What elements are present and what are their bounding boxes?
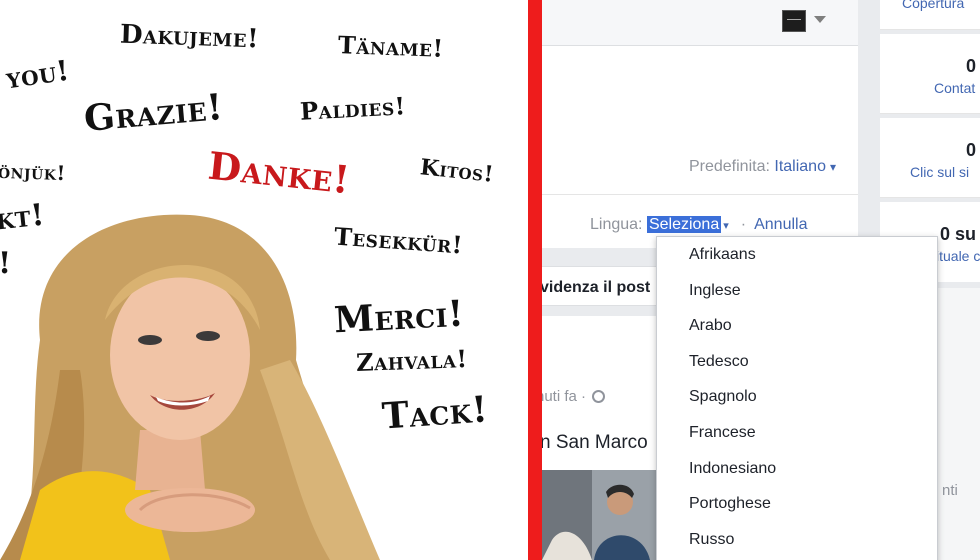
third-link[interactable]: ituale c [936, 248, 980, 264]
default-language-link[interactable]: Italiano [774, 158, 826, 175]
side-card-reach: Copertura [880, 0, 980, 30]
cancel-link[interactable]: Annulla [754, 216, 807, 233]
post-timestamp: nuti fa · [542, 388, 606, 405]
post-time-text[interactable]: nuti fa · [542, 388, 586, 405]
dropdown-option[interactable]: Tedesco [657, 344, 937, 380]
red-divider [528, 0, 542, 560]
language-settings-card: Predefinita: Italiano ▾ Lingua: Seleziona… [542, 46, 858, 248]
default-language-line: Predefinita: Italiano ▾ [689, 158, 836, 176]
word-taname: Täname! [337, 30, 445, 63]
word-you: you! [4, 53, 72, 96]
smiling-girl-photo [0, 214, 380, 560]
default-language-label: Predefinita: [688, 158, 770, 175]
language-label: Lingua: [590, 216, 643, 233]
caret-down-icon[interactable]: ▾ [830, 160, 836, 174]
language-dropdown: Afrikaans Inglese Arabo Tedesco Spagnolo… [656, 236, 938, 560]
dropdown-option[interactable]: Russo [657, 522, 937, 558]
divider [542, 194, 858, 195]
dropdown-option[interactable]: Arabo [657, 308, 937, 344]
contacts-link[interactable]: Contat [934, 80, 975, 96]
caret-down-icon[interactable]: ▾ [723, 220, 729, 232]
word-dakujeme: Dakujeme! [119, 19, 260, 55]
thank-you-graphic: Dakujeme! Täname! you! Grazie! Paldies! … [0, 0, 528, 560]
dropdown-option[interactable]: Spagnolo [657, 379, 937, 415]
post-image[interactable] [542, 470, 662, 560]
bottom-text: nti [942, 482, 958, 499]
separator-dot: · [740, 216, 747, 233]
dropdown-option[interactable]: Inglese [657, 273, 937, 309]
dropdown-option[interactable]: Indonesiano [657, 451, 937, 487]
contacts-count: 0 [966, 56, 977, 76]
language-select-row: Lingua: Seleziona ▾ · Annulla [590, 216, 807, 234]
globe-icon [592, 390, 606, 403]
page-avatar[interactable] [782, 10, 806, 32]
clicks-link[interactable]: Clic sul si [910, 164, 969, 180]
language-select[interactable]: Seleziona [646, 216, 722, 233]
reach-link[interactable]: Copertura [902, 0, 964, 11]
clicks-count: 0 [966, 140, 977, 160]
dropdown-option[interactable]: Afrikaans [657, 237, 937, 273]
top-bar [542, 0, 858, 46]
word-paldies: Paldies! [299, 91, 407, 126]
dropdown-option[interactable]: Francese [657, 415, 937, 451]
chevron-down-icon[interactable] [814, 16, 826, 23]
side-card-contacts: 0 Contat [880, 34, 980, 114]
highlight-post-label[interactable]: videnza il post [542, 279, 650, 297]
word-onjuk: önjük! [0, 158, 67, 186]
post-text: n San Marco [542, 432, 648, 453]
word-kitos: Kitos! [418, 154, 496, 188]
word-grazie: Grazie! [82, 86, 225, 140]
facebook-page-panel: Predefinita: Italiano ▾ Lingua: Seleziona… [542, 0, 980, 560]
dropdown-option[interactable]: Portoghese [657, 486, 937, 522]
side-card-clicks: 0 Clic sul si [880, 118, 980, 198]
third-count: 0 su [940, 224, 977, 244]
